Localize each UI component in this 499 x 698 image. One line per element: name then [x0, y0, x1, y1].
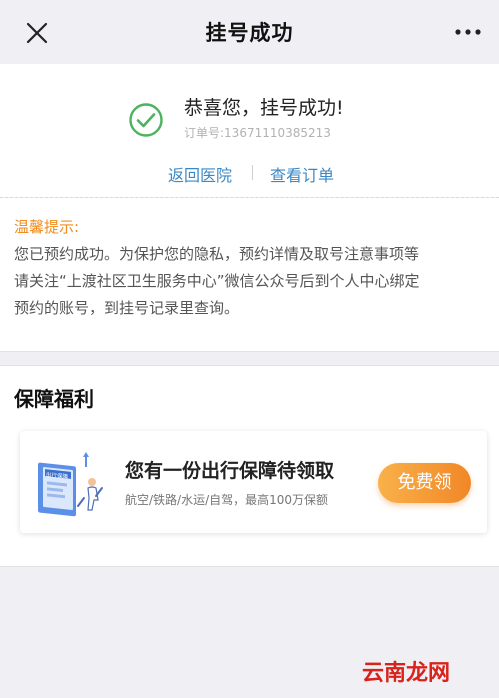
welfare-section-title: 保障福利 [14, 387, 94, 411]
travel-insurance-illustration: 出行保障 [38, 452, 103, 517]
tips-body: 您已预约成功。为保护您的隐私，预约详情及取号注意事项等 请关注“上渡社区卫生服务… [14, 241, 492, 322]
insurance-card-subtitle: 航空/铁路/水运/自驾，最高100万保额 [125, 493, 329, 507]
nav-bar: 挂号成功 [0, 0, 499, 64]
success-message: 恭喜您，挂号成功! [184, 97, 344, 119]
tips-line: 您已预约成功。为保护您的隐私，预约详情及取号注意事项等 [14, 245, 420, 263]
page-title: 挂号成功 [205, 21, 294, 45]
view-order-link[interactable]: 查看订单 [270, 162, 334, 186]
link-divider [252, 165, 253, 180]
tips-line: 请关注“上渡社区卫生服务中心”微信公众号后到个人中心绑定 [14, 272, 420, 290]
watermark-text: 云南龙网 [362, 661, 451, 686]
tips-line: 预约的账号，到挂号记录里查询。 [14, 299, 240, 317]
more-options-icon[interactable] [453, 22, 483, 42]
success-check-icon [129, 103, 163, 137]
footer-divider [0, 566, 499, 567]
insurance-card-title: 您有一份出行保障待领取 [125, 460, 335, 482]
order-number: 订单号:13671110385213 [184, 126, 331, 140]
close-icon[interactable] [22, 18, 52, 48]
section-gap [0, 351, 499, 366]
tips-title: 温馨提示: [14, 218, 80, 236]
back-to-hospital-link[interactable]: 返回医院 [168, 162, 232, 186]
free-claim-button[interactable]: 免费领 [378, 463, 471, 503]
